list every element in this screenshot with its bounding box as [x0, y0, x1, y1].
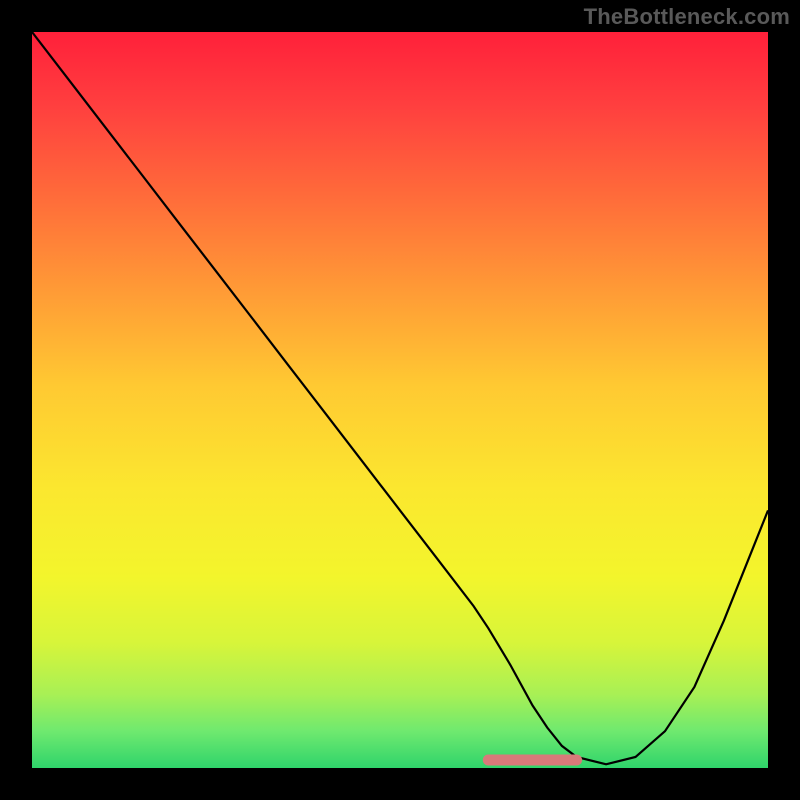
plot-area: [32, 32, 768, 768]
bottleneck-curve-path: [32, 32, 768, 764]
chart-frame: TheBottleneck.com: [0, 0, 800, 800]
watermark-text: TheBottleneck.com: [584, 4, 790, 30]
curve-svg: [32, 32, 768, 768]
